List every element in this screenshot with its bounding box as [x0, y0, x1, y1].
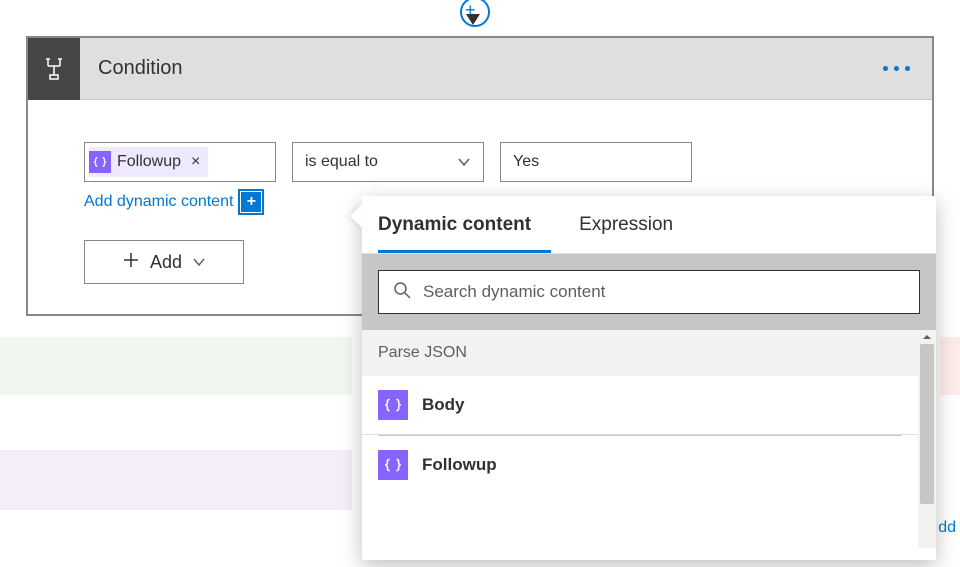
json-icon — [378, 390, 408, 420]
remove-token-button[interactable]: × — [191, 153, 200, 171]
condition-right-input[interactable]: Yes — [500, 142, 692, 182]
add-dynamic-content-link[interactable]: Add dynamic content — [84, 193, 233, 211]
card-title: Condition — [98, 57, 876, 80]
condition-left-input[interactable]: Followup × — [84, 142, 276, 182]
item-label: Body — [422, 395, 465, 415]
group-header-parse-json: Parse JSON — [362, 330, 918, 376]
operator-dropdown[interactable]: is equal to — [292, 142, 484, 182]
plus-icon — [122, 251, 140, 274]
search-input-wrap[interactable] — [378, 270, 920, 314]
dynamic-content-flyout: Dynamic content Expression Parse JSON Bo… — [362, 196, 936, 560]
flyout-tabs: Dynamic content Expression — [362, 196, 936, 254]
inner-action-strip — [0, 450, 352, 510]
add-dynamic-content-button[interactable]: + — [241, 192, 261, 212]
dynamic-item-followup[interactable]: Followup — [362, 436, 918, 494]
dynamic-item-body[interactable]: Body — [362, 376, 918, 435]
condition-row: Followup × is equal to Yes — [84, 142, 876, 182]
partial-link: dd — [938, 519, 956, 537]
insert-step-plus[interactable]: + — [465, 0, 476, 21]
more-menu-button[interactable] — [876, 49, 916, 89]
search-bar-wrap — [362, 254, 936, 330]
condition-icon — [28, 38, 80, 100]
scroll-up-button[interactable] — [918, 330, 936, 344]
card-header[interactable]: Condition — [28, 38, 932, 100]
add-label: Add — [150, 252, 182, 273]
add-row-button[interactable]: Add — [84, 240, 244, 284]
no-branch-strip — [940, 337, 960, 395]
flyout-list: Parse JSON Body Followup — [362, 330, 936, 548]
dynamic-token-followup[interactable]: Followup × — [89, 147, 208, 177]
scroll-thumb[interactable] — [920, 344, 934, 504]
operator-label: is equal to — [305, 153, 378, 171]
chevron-down-icon — [192, 255, 206, 269]
json-icon — [378, 450, 408, 480]
token-label: Followup — [117, 153, 181, 171]
item-label: Followup — [422, 455, 497, 475]
search-icon — [393, 281, 411, 304]
search-input[interactable] — [423, 282, 905, 302]
tab-expression[interactable]: Expression — [579, 196, 693, 253]
tab-dynamic-content[interactable]: Dynamic content — [378, 196, 551, 253]
scrollbar[interactable] — [918, 330, 936, 548]
json-icon — [89, 151, 111, 173]
chevron-down-icon — [457, 155, 471, 169]
yes-branch-strip — [0, 337, 352, 395]
